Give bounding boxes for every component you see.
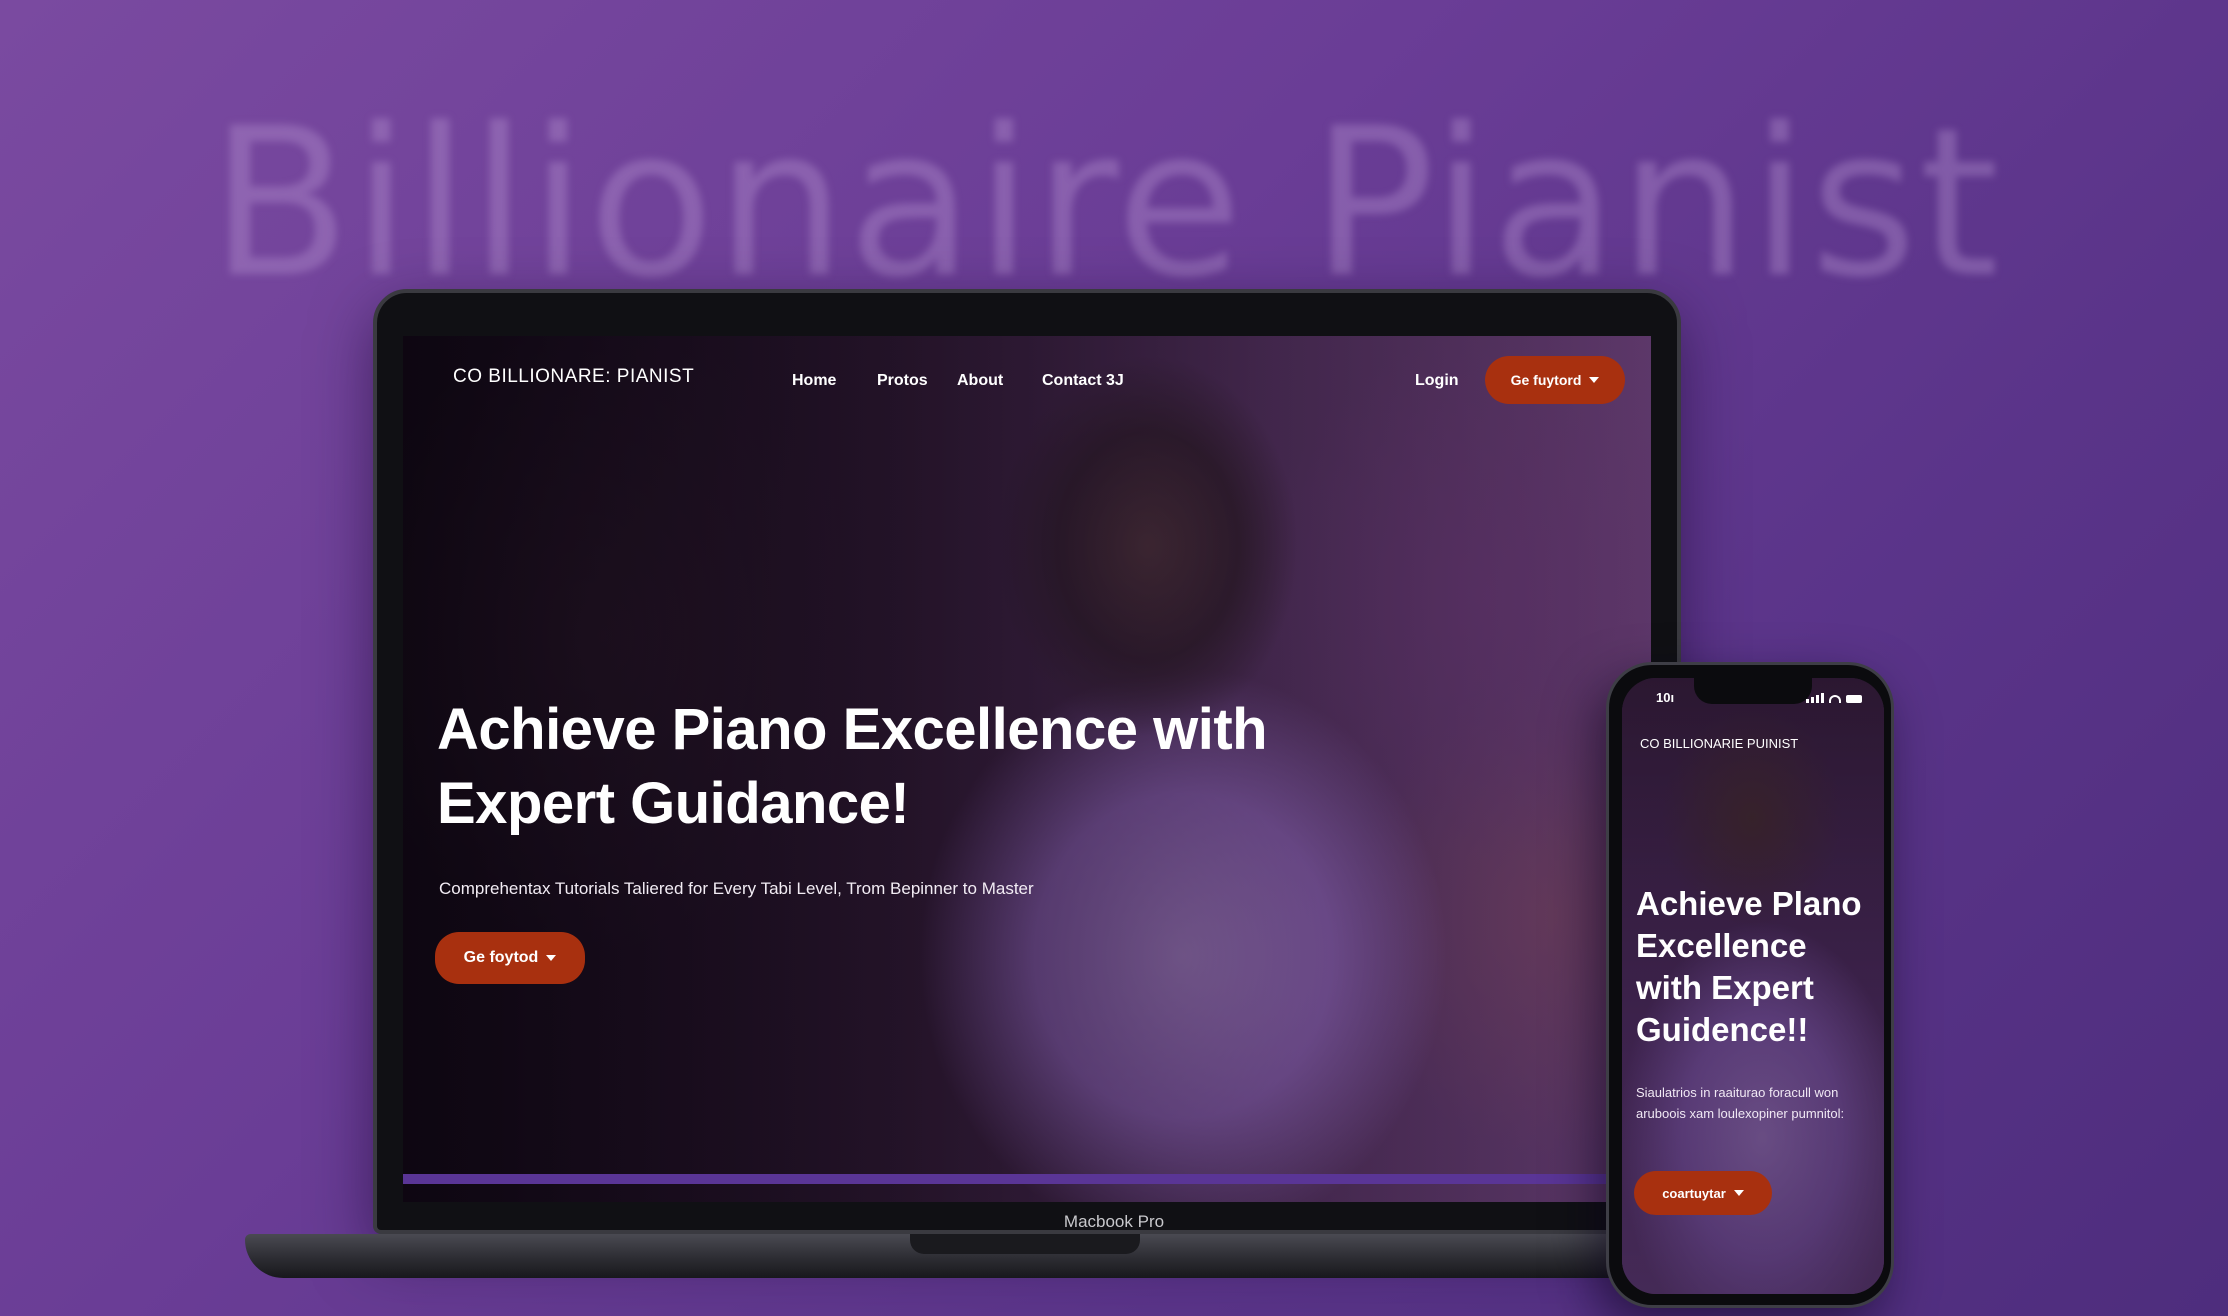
battery-icon — [1846, 695, 1862, 703]
site-header: CO BILLIONARE: PIANIST Home Protos About… — [403, 336, 1651, 426]
phone-status-icons — [1806, 693, 1862, 703]
phone-status-time: 10ı — [1656, 690, 1675, 705]
phone-hero-subtitle: Siaulatrios in raaiturao foracull won ar… — [1636, 1085, 1845, 1121]
nav-link-contact[interactable]: Contact 3J — [1042, 372, 1124, 390]
phone-cta-label: coartuytar — [1662, 1185, 1726, 1201]
nav-link-home[interactable]: Home — [792, 372, 836, 390]
signal-icon — [1806, 693, 1824, 703]
nav-cta-label: Ge fuytord — [1510, 372, 1582, 388]
nav-link-about[interactable]: About — [957, 372, 1003, 390]
chevron-down-icon — [546, 955, 557, 961]
nav-cta-button[interactable]: Ge fuytord — [1485, 356, 1625, 404]
phone-screen: 10ı CO BILLIONARIE PUINIST Achieve Plano… — [1622, 678, 1884, 1294]
phone-hero-title: Achieve Plano Excellence with Expert Gui… — [1636, 885, 1862, 1048]
chevron-down-icon — [1733, 1190, 1744, 1196]
hero-title: Achieve Piano Excellence with Expert Gui… — [437, 697, 1268, 836]
hero-cta-label: Ge foytod — [463, 949, 539, 966]
wifi-icon — [1829, 695, 1841, 703]
nav-link-protos[interactable]: Protos — [877, 372, 928, 390]
background-watermark-title: Billionaire Pianist — [210, 85, 2002, 323]
phone-site-logo[interactable]: CO BILLIONARIE PUINIST — [1640, 736, 1798, 751]
laptop-hinge-notch — [910, 1234, 1140, 1254]
laptop-screen: CO BILLIONARE: PIANIST Home Protos About… — [403, 336, 1651, 1202]
phone-dynamic-island — [1694, 678, 1812, 704]
site-logo[interactable]: CO BILLIONARE: PIANIST — [453, 366, 694, 388]
screen-accent-bar — [403, 1174, 1651, 1184]
login-link[interactable]: Login — [1415, 372, 1459, 390]
chevron-down-icon — [1589, 377, 1600, 383]
hero-cta-button[interactable]: Ge foytod — [435, 932, 585, 984]
hero-subtitle: Comprehentax Tutorials Taliered for Ever… — [439, 879, 1034, 898]
phone-cta-button[interactable]: coartuytar — [1634, 1171, 1772, 1215]
